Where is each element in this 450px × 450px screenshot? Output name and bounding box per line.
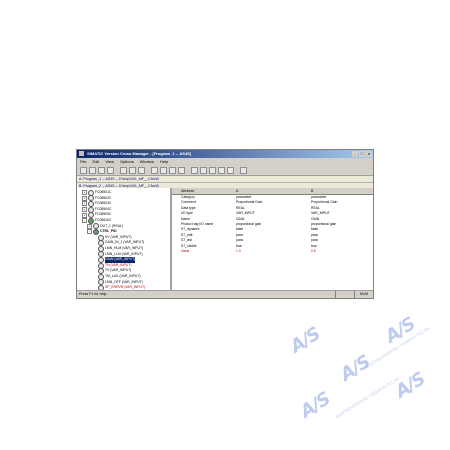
expand-icon[interactable]: + bbox=[87, 223, 92, 229]
view-icon[interactable] bbox=[227, 166, 234, 174]
status-text: Press F1 for help. bbox=[79, 292, 108, 296]
prev-icon[interactable] bbox=[160, 166, 167, 174]
attribute-grid: Attribute A B Category parameter parameter… bbox=[172, 188, 373, 292]
view-icon[interactable] bbox=[209, 166, 216, 174]
print-icon[interactable] bbox=[107, 166, 114, 174]
last-icon[interactable] bbox=[178, 166, 185, 174]
menu-edit[interactable]: Edit bbox=[92, 158, 99, 165]
status-cell bbox=[335, 291, 354, 298]
toolbar bbox=[77, 165, 373, 176]
num-lock-indicator: NUM bbox=[354, 291, 373, 298]
content-area: + FC08501C + FC08502C + FC08503C + FC08504C + FC0… bbox=[77, 188, 373, 292]
first-icon[interactable] bbox=[151, 166, 158, 174]
col-a[interactable]: A bbox=[236, 188, 311, 194]
help-icon[interactable] bbox=[240, 166, 247, 174]
app-icon bbox=[79, 151, 84, 157]
toolbar-separator bbox=[236, 167, 238, 174]
col-b[interactable]: B bbox=[311, 188, 373, 194]
menu-window[interactable]: Window bbox=[140, 158, 154, 165]
close-button[interactable]: × bbox=[366, 151, 372, 157]
menu-bar: File Edit View Options Window Help bbox=[77, 158, 373, 165]
view-icon[interactable] bbox=[218, 166, 225, 174]
cut-icon[interactable] bbox=[120, 166, 127, 174]
watermark-logo: A/S bbox=[296, 388, 334, 423]
new-icon[interactable] bbox=[80, 166, 87, 174]
value-a-cell: 1.0 bbox=[236, 248, 241, 253]
menu-help[interactable]: Help bbox=[160, 158, 168, 165]
paste-icon[interactable] bbox=[138, 166, 145, 174]
find-icon[interactable] bbox=[191, 166, 198, 174]
expand-icon[interactable]: + bbox=[82, 195, 87, 201]
attribute-cell: Value bbox=[181, 248, 190, 253]
expand-icon[interactable]: + bbox=[82, 207, 87, 213]
version-cross-manager-window: SIMATIC Version Cross Manager - [Program… bbox=[76, 149, 374, 299]
value-b-cell: 0.5 bbox=[311, 248, 316, 253]
maximize-button[interactable]: □ bbox=[359, 151, 365, 157]
minimize-button[interactable]: _ bbox=[352, 151, 358, 157]
menu-file[interactable]: File bbox=[80, 158, 86, 165]
expand-icon[interactable]: + bbox=[82, 190, 87, 196]
toolbar-separator bbox=[116, 167, 118, 174]
toolbar-separator bbox=[147, 167, 149, 174]
filter-icon[interactable] bbox=[200, 166, 207, 174]
col-attribute[interactable]: Attribute bbox=[181, 188, 236, 194]
collapse-icon[interactable]: - bbox=[82, 218, 87, 224]
collapse-icon[interactable]: - bbox=[87, 229, 92, 235]
grid-header: Attribute A B bbox=[172, 188, 373, 195]
expand-icon[interactable]: + bbox=[82, 212, 87, 218]
next-icon[interactable] bbox=[169, 166, 176, 174]
status-bar: Press F1 for help. NUM bbox=[77, 290, 373, 298]
object-tree[interactable]: + FC08501C + FC08502C + FC08503C + FC08504C + FC0… bbox=[77, 188, 172, 292]
save-icon[interactable] bbox=[98, 166, 105, 174]
toolbar-separator bbox=[187, 167, 189, 174]
path-a: A: Program_1 -- AS4S -- D:\tmp\V01_MF__C… bbox=[77, 176, 373, 183]
copy-icon[interactable] bbox=[129, 166, 136, 174]
watermark-url: ELEKTRO-SHOP.DE / SIEMENS-PLC.DE bbox=[334, 375, 401, 420]
expand-icon[interactable]: + bbox=[82, 201, 87, 207]
window-title: SIMATIC Version Cross Manager - [Program… bbox=[87, 151, 192, 156]
title-bar: SIMATIC Version Cross Manager - [Program… bbox=[77, 150, 373, 158]
watermark-logo: A/S bbox=[286, 323, 324, 358]
watermark-logo: A/S bbox=[391, 368, 429, 403]
menu-view[interactable]: View bbox=[105, 158, 114, 165]
grid-row[interactable]: Value 1.0 0.5 bbox=[172, 249, 373, 254]
menu-options[interactable]: Options bbox=[120, 158, 134, 165]
block-icon bbox=[93, 228, 99, 235]
open-icon[interactable] bbox=[89, 166, 96, 174]
